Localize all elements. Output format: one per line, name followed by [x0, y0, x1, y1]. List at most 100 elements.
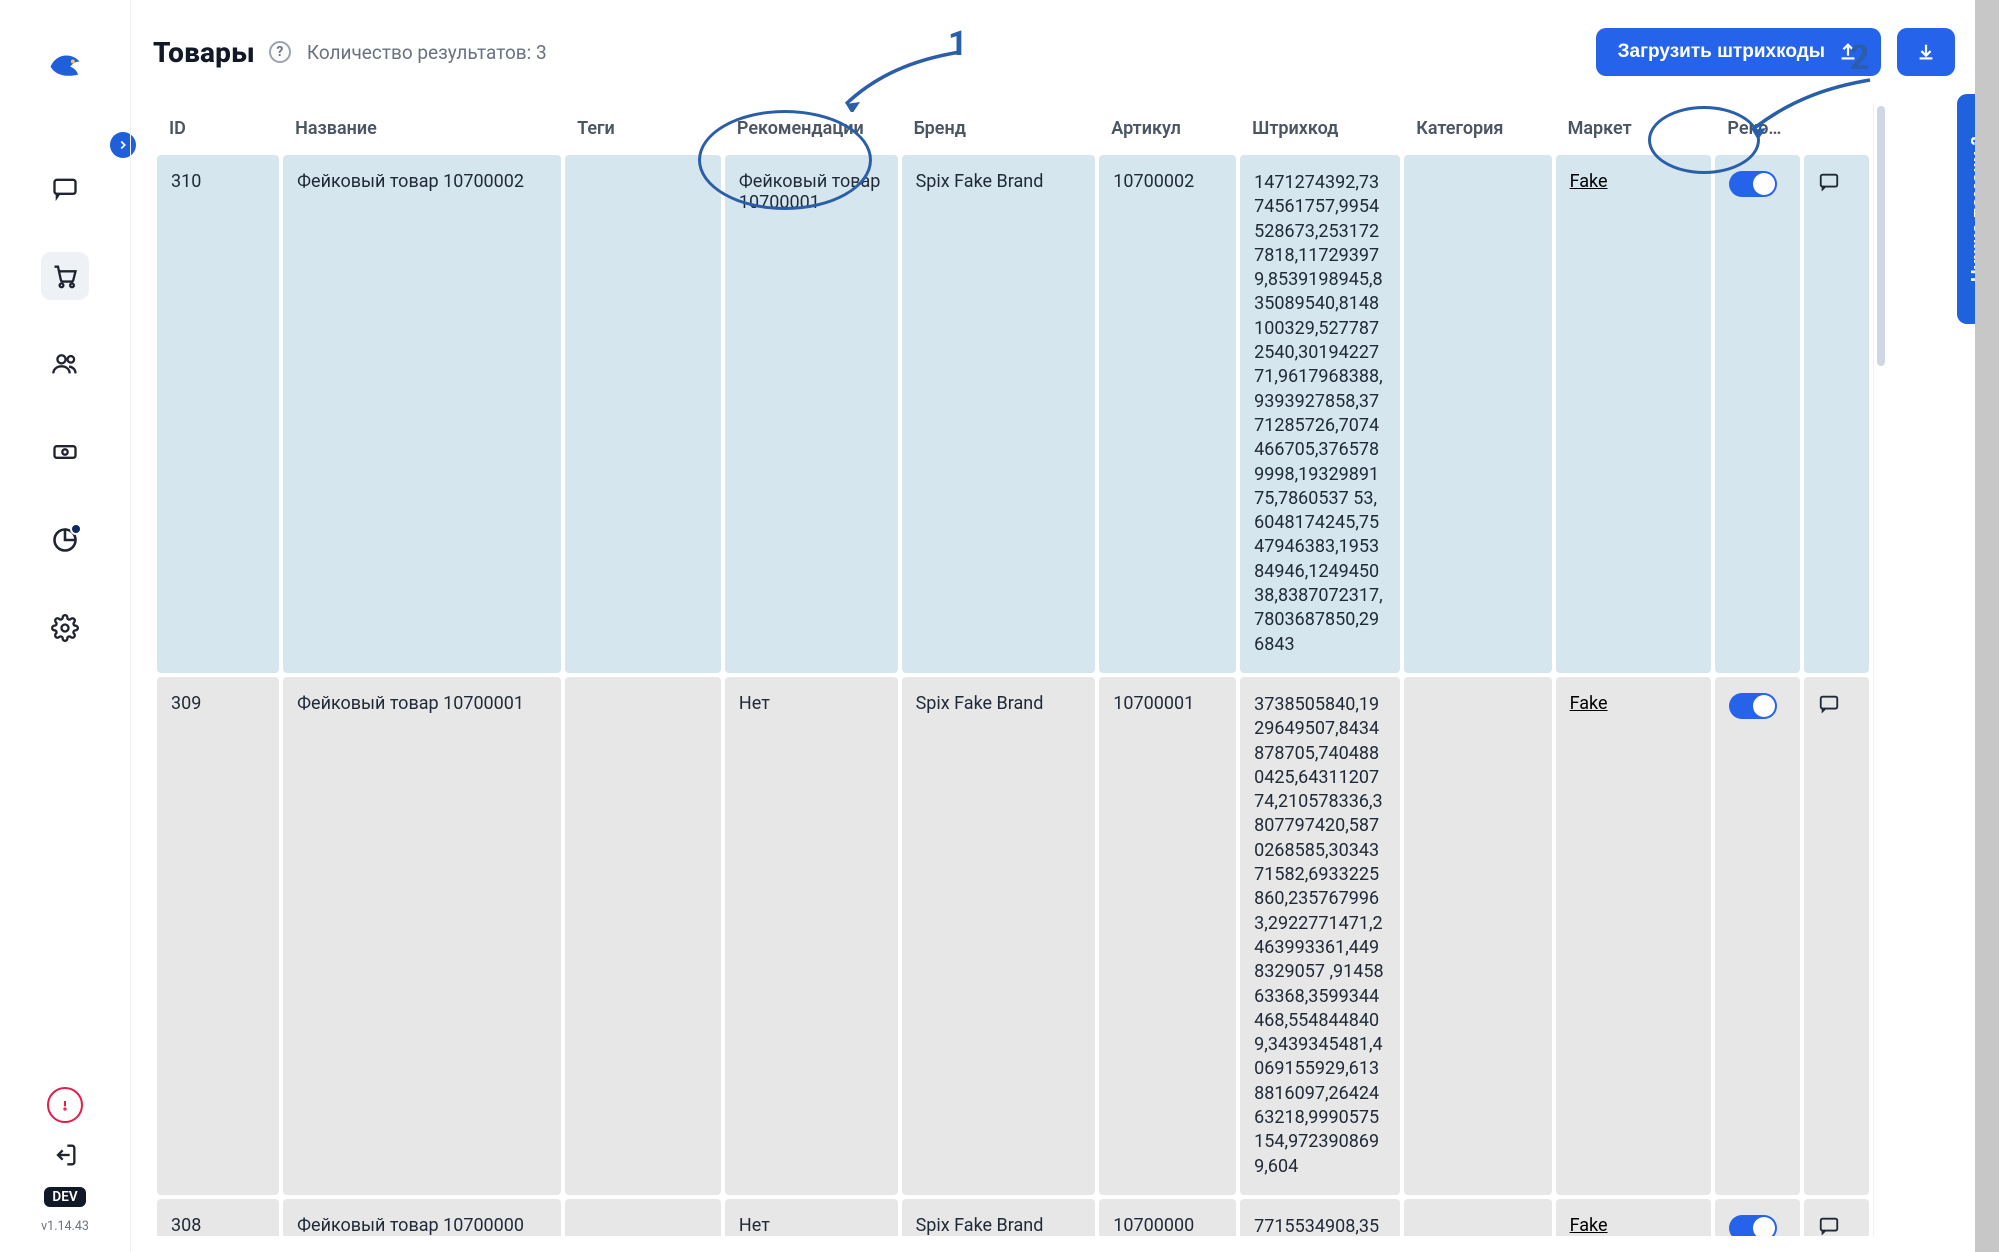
sidebar-item-analytics[interactable] [41, 516, 89, 564]
cell-article: 10700001 [1099, 677, 1236, 1195]
cell-category [1404, 1199, 1551, 1236]
toggle-knob-icon [1753, 1217, 1775, 1236]
col-barcode-header[interactable]: Штрихкод [1240, 108, 1400, 151]
alert-button[interactable] [47, 1087, 83, 1123]
comment-icon[interactable] [1818, 171, 1840, 193]
cell-article: 10700000 [1099, 1199, 1236, 1236]
scrollbar-thumb-icon [1877, 106, 1885, 366]
cell-tags [565, 677, 721, 1195]
cell-reco: Нет [725, 677, 898, 1195]
reco-toggle[interactable] [1729, 171, 1777, 197]
col-tags-header[interactable]: Теги [565, 108, 721, 151]
comment-icon[interactable] [1818, 1215, 1840, 1236]
col-id-header[interactable]: ID [157, 108, 279, 151]
money-icon [51, 438, 79, 466]
help-icon[interactable]: ? [269, 41, 291, 63]
cell-actions [1804, 677, 1869, 1195]
col-brand-header[interactable]: Бренд [902, 108, 1096, 151]
alert-icon [57, 1097, 73, 1113]
products-table: ID Название Теги Рекомендации Бренд Арти… [153, 104, 1873, 1236]
sidebar-item-users[interactable] [41, 340, 89, 388]
cell-id: 310 [157, 155, 279, 673]
users-icon [51, 350, 79, 378]
chat-icon [51, 174, 79, 202]
cell-recoflag [1715, 1199, 1799, 1236]
sidebar-item-settings[interactable] [41, 604, 89, 652]
sidebar-nav [41, 164, 89, 652]
cell-barcode: 7715534908,3510844798,9043106648,5334338… [1240, 1199, 1400, 1236]
cell-name: Фейковый товар 10700000 [283, 1199, 561, 1236]
col-market-header[interactable]: Маркет [1556, 108, 1712, 151]
col-action-header [1804, 108, 1869, 151]
sidebar-item-chat[interactable] [41, 164, 89, 212]
col-name-header[interactable]: Название [283, 108, 561, 151]
results-count: Количество результатов: 3 [307, 41, 547, 64]
sidebar-item-products[interactable] [41, 252, 89, 300]
cell-brand: Spix Fake Brand [902, 1199, 1096, 1236]
cell-recoflag [1715, 155, 1799, 673]
table-row[interactable]: 310Фейковый товар 10700002 Фейковый товар… [157, 155, 1869, 673]
upload-icon [1837, 41, 1859, 63]
cell-barcode: 1471274392,7374561757,9954528673,2531727… [1240, 155, 1400, 673]
notification-dot-icon [70, 523, 82, 535]
table-header-row: ID Название Теги Рекомендации Бренд Арти… [157, 108, 1869, 151]
cell-market: Fake [1556, 155, 1712, 673]
cell-brand: Spix Fake Brand [902, 155, 1096, 673]
cell-name: Фейковый товар 10700002 [283, 155, 561, 673]
table-row[interactable]: 308Фейковый товар 10700000 НетSpix Fake B… [157, 1199, 1869, 1236]
cell-tags [565, 1199, 721, 1236]
reco-toggle[interactable] [1729, 1215, 1777, 1236]
sidebar: DEV v1.14.43 [0, 0, 130, 1252]
cell-article: 10700002 [1099, 155, 1236, 673]
chevron-right-icon [116, 138, 130, 152]
market-link[interactable]: Fake [1570, 693, 1608, 714]
col-article-header[interactable]: Артикул [1099, 108, 1236, 151]
bird-logo-icon [44, 47, 86, 89]
cell-market: Fake [1556, 1199, 1712, 1236]
cell-name: Фейковый товар 10700001 [283, 677, 561, 1195]
toggle-knob-icon [1753, 695, 1775, 717]
col-category-header[interactable]: Категория [1404, 108, 1551, 151]
gear-icon [51, 614, 79, 642]
cell-market: Fake [1556, 677, 1712, 1195]
cell-category [1404, 677, 1551, 1195]
products-table-region: ID Название Теги Рекомендации Бренд Арти… [153, 104, 1975, 1236]
cell-category [1404, 155, 1551, 673]
cell-reco: Нет [725, 1199, 898, 1236]
page-title: Товары [153, 36, 255, 69]
download-button[interactable] [1897, 28, 1955, 76]
need-help-label: Нужна помощь? [1968, 136, 1989, 282]
env-badge: DEV [44, 1187, 85, 1207]
table-row[interactable]: 309Фейковый товар 10700001 НетSpix Fake B… [157, 677, 1869, 1195]
main: Товары ? Количество результатов: 3 Загру… [130, 0, 1975, 1252]
sidebar-bottom: DEV v1.14.43 [0, 1087, 130, 1234]
scrollbar[interactable] [1873, 104, 1887, 1236]
upload-barcodes-button[interactable]: Загрузить штрихкоды [1596, 28, 1881, 76]
cell-actions [1804, 1199, 1869, 1236]
cart-icon [51, 262, 79, 290]
cell-brand: Spix Fake Brand [902, 677, 1096, 1195]
toggle-knob-icon [1753, 173, 1775, 195]
upload-barcodes-label: Загрузить штрихкоды [1618, 41, 1825, 63]
page-header: Товары ? Количество результатов: 3 Загру… [153, 28, 1975, 76]
need-help-tab[interactable]: Нужна помощь? [1957, 94, 1999, 324]
version-label: v1.14.43 [41, 1219, 89, 1234]
cell-id: 308 [157, 1199, 279, 1236]
cell-id: 309 [157, 677, 279, 1195]
comment-icon[interactable] [1818, 693, 1840, 715]
col-reco-header[interactable]: Рекомендации [725, 108, 898, 151]
reco-toggle[interactable] [1729, 693, 1777, 719]
cell-barcode: 3738505840,1929649507,8434878705,7404880… [1240, 677, 1400, 1195]
cell-recoflag [1715, 677, 1799, 1195]
cell-tags [565, 155, 721, 673]
market-link[interactable]: Fake [1570, 1215, 1608, 1236]
logo [41, 44, 89, 92]
market-link[interactable]: Fake [1570, 171, 1608, 192]
logout-icon [51, 1141, 79, 1169]
download-icon [1915, 41, 1937, 63]
logout-button[interactable] [41, 1141, 89, 1169]
cell-reco: Фейковый товар 10700001 [725, 155, 898, 673]
sidebar-item-payments[interactable] [41, 428, 89, 476]
col-recoflag-header[interactable]: Реко… [1715, 108, 1799, 151]
cell-actions [1804, 155, 1869, 673]
